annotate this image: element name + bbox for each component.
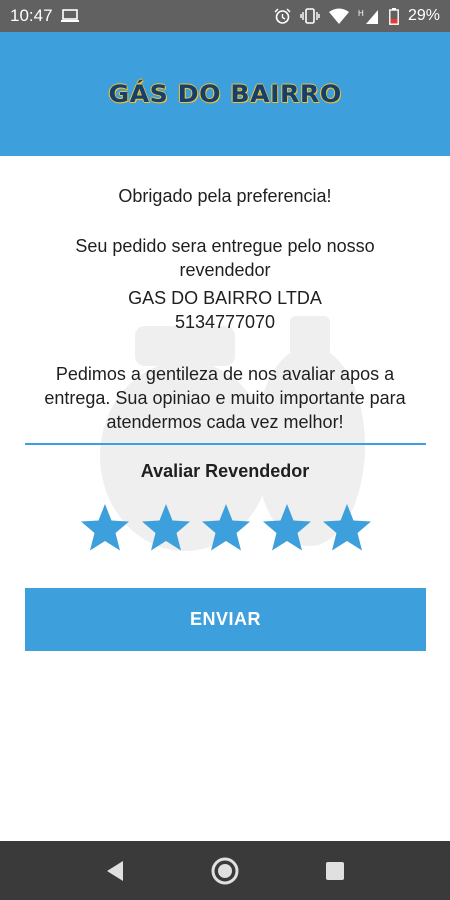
rating-title: Avaliar Revendedor xyxy=(140,461,310,481)
reseller-phone: 5134777070 xyxy=(174,312,276,332)
request-text-line2: entrega. Sua opiniao e muito importante … xyxy=(44,388,406,408)
star-1-icon[interactable] xyxy=(79,502,131,554)
battery-icon xyxy=(389,7,399,25)
back-icon[interactable] xyxy=(95,851,135,891)
divider xyxy=(25,443,426,445)
signal-icon: H xyxy=(358,8,380,24)
star-rating xyxy=(79,502,373,554)
battery-percent: 29% xyxy=(407,7,440,24)
status-time: 10:47 xyxy=(10,6,53,25)
app-logo: GÁS DO BAIRRO xyxy=(108,80,342,108)
star-4-icon[interactable] xyxy=(261,502,313,554)
reseller-name: GAS DO BAIRRO LTDA xyxy=(128,288,322,308)
status-right: H 29% xyxy=(274,7,440,25)
send-button[interactable]: ENVIAR xyxy=(25,588,426,651)
status-left: 10:47 xyxy=(10,6,79,26)
request-text-line3: atendermos cada vez melhor! xyxy=(106,412,344,432)
status-bar: 10:47 H 29% xyxy=(0,0,450,32)
wifi-icon xyxy=(328,8,349,24)
star-3-icon[interactable] xyxy=(200,502,252,554)
recents-icon[interactable] xyxy=(315,851,355,891)
delivery-text-line2: revendedor xyxy=(179,260,271,280)
thanks-text: Obrigado pela preferencia! xyxy=(118,186,332,206)
content: Obrigado pela preferencia! Seu pedido se… xyxy=(0,156,450,841)
star-2-icon[interactable] xyxy=(140,502,192,554)
star-5-icon[interactable] xyxy=(321,502,373,554)
svg-text:H: H xyxy=(358,9,364,18)
app-header: GÁS DO BAIRRO xyxy=(0,32,450,156)
laptop-icon xyxy=(60,9,79,23)
navigation-bar xyxy=(0,841,450,900)
request-text-line1: Pedimos a gentileza de nos avaliar apos … xyxy=(55,364,395,384)
home-icon[interactable] xyxy=(205,851,245,891)
vibrate-icon xyxy=(300,8,320,24)
delivery-text-line1: Seu pedido sera entregue pelo nosso xyxy=(75,236,375,256)
alarm-icon xyxy=(274,7,291,25)
